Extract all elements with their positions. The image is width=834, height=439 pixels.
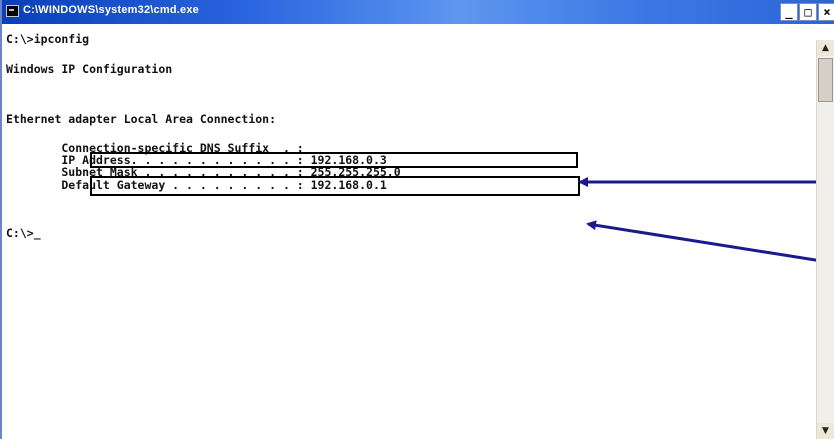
cmd-window: C:\WINDOWS\system32\cmd.exe _ □ × C:\>ip…: [0, 0, 834, 439]
minimize-button[interactable]: _: [780, 3, 798, 21]
scroll-up-button[interactable]: ▲: [817, 40, 834, 56]
scroll-thumb[interactable]: [818, 58, 833, 102]
console-output[interactable]: C:\>ipconfig Windows IP Configuration Et…: [6, 26, 814, 439]
default-gateway-highlight-box: [90, 176, 580, 196]
console-line-prompt: C:\>_: [6, 226, 41, 240]
console-line-adapter: Ethernet adapter Local Area Connection:: [6, 112, 277, 126]
vertical-scrollbar[interactable]: ▲ ▼: [816, 40, 834, 439]
cmd-app-icon[interactable]: [6, 5, 19, 17]
window-title: C:\WINDOWS\system32\cmd.exe: [23, 4, 199, 16]
scroll-down-button[interactable]: ▼: [817, 423, 834, 439]
console-line-heading: Windows IP Configuration: [6, 62, 173, 76]
close-button[interactable]: ×: [818, 3, 834, 21]
console-line-prompt-command: C:\>ipconfig: [6, 32, 90, 46]
title-bar[interactable]: C:\WINDOWS\system32\cmd.exe _ □ ×: [2, 0, 834, 24]
window-controls: _ □ ×: [780, 3, 834, 21]
ip-address-highlight-box: [90, 152, 578, 168]
maximize-button[interactable]: □: [799, 3, 817, 21]
